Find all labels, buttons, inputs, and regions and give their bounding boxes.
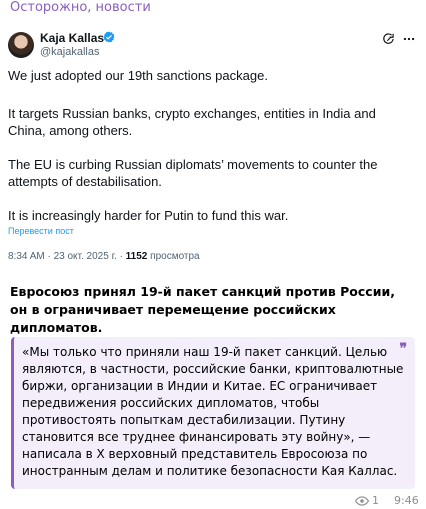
eye-icon: [355, 495, 369, 506]
views-count: 1: [372, 494, 379, 507]
channel-title[interactable]: Осторожно, новости: [10, 0, 151, 15]
tweet-paragraph: It is increasingly harder for Putin to f…: [8, 208, 289, 223]
verified-icon: [103, 31, 115, 43]
quote-block: ❞ «Мы только что приняли наш 19-й пакет …: [11, 337, 415, 489]
post-views: 1: [355, 494, 379, 507]
post-headline: Евросоюз принял 19-й пакет санкций проти…: [10, 284, 395, 335]
author-handle[interactable]: @kajakallas: [40, 46, 99, 58]
tweet-views-label: просмотра: [147, 251, 200, 262]
author-name[interactable]: Kaja Kallas: [40, 31, 104, 45]
tweet-meta: 8:34 AM · 23 окт. 2025 г. · 1152 просмот…: [8, 251, 200, 262]
post-time: 9:46: [394, 494, 419, 507]
tweet-paragraph: It targets Russian banks, crypto exchang…: [8, 106, 376, 138]
tweet-paragraph: The EU is curbing Russian diplomats’ mov…: [8, 157, 378, 189]
tweet-views-count: 1152: [125, 251, 148, 262]
translate-link[interactable]: Перевести пост: [8, 226, 74, 236]
quote-text: «Мы только что приняли наш 19-й пакет са…: [22, 345, 404, 478]
tweet-paragraph: We just adopted our 19th sanctions packa…: [8, 68, 268, 83]
avatar[interactable]: [8, 32, 34, 58]
more-icon[interactable]: [402, 32, 416, 46]
tweet-embed[interactable]: Kaja Kallas @kajakallas We just adopted …: [0, 22, 420, 272]
grok-icon[interactable]: [382, 32, 396, 46]
tweet-timestamp[interactable]: 8:34 AM · 23 окт. 2025 г. ·: [8, 251, 126, 262]
